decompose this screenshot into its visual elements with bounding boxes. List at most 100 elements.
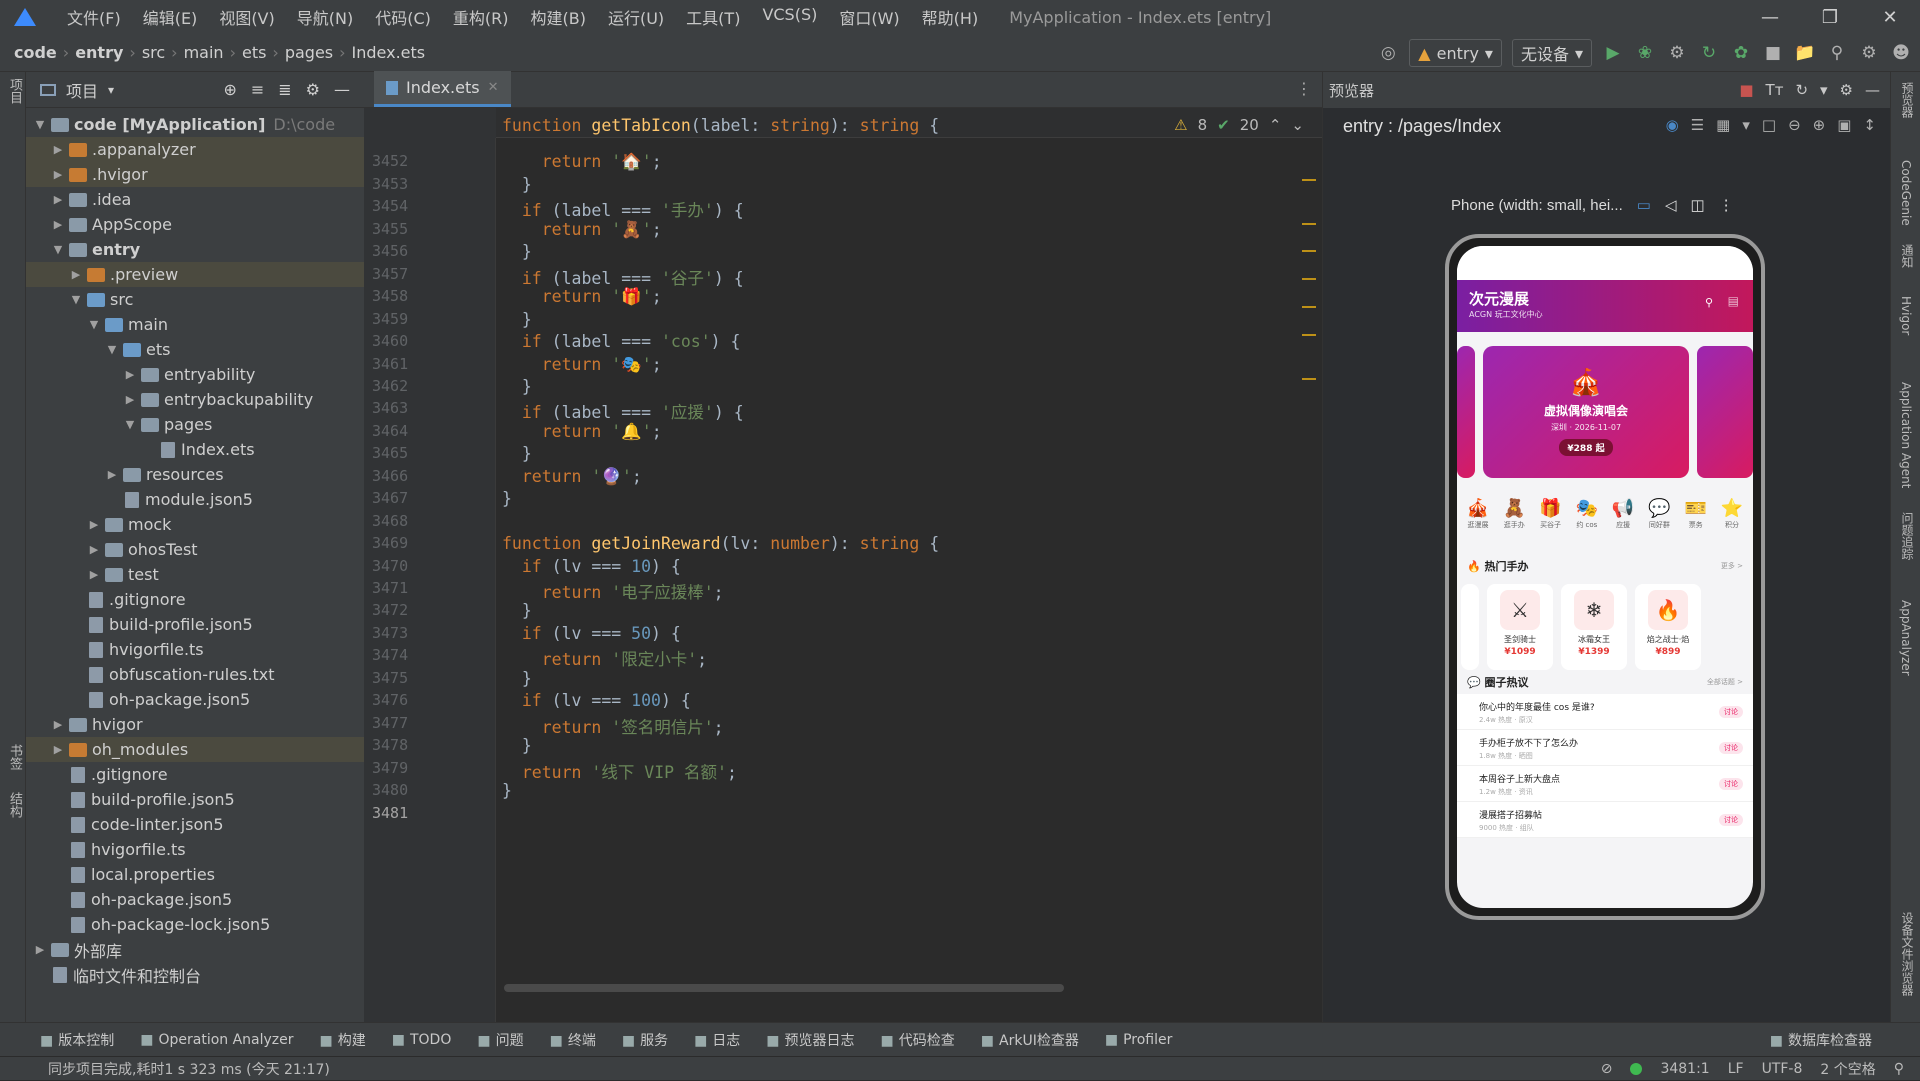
tree-item[interactable]: oh-package.json5 <box>26 887 364 912</box>
code-line[interactable]: if (lv === 100) { <box>502 691 691 710</box>
collapsed-arrow-icon[interactable]: ▶ <box>86 568 102 581</box>
hide-icon[interactable]: — <box>1865 81 1880 99</box>
chevron-down-icon[interactable]: ▾ <box>108 83 114 97</box>
menu-item[interactable]: 编辑(E) <box>132 5 209 29</box>
stop-icon[interactable]: ■ <box>1762 42 1784 64</box>
code-line[interactable]: return '🔮'; <box>502 467 642 487</box>
more-icon[interactable]: ⋮ <box>1719 196 1734 214</box>
menu-item[interactable]: 帮助(H) <box>911 5 990 29</box>
run-config-select[interactable]: ▲ entry ▾ <box>1409 39 1502 67</box>
breadcrumb-item[interactable]: code <box>14 43 57 62</box>
expanded-arrow-icon[interactable]: ▼ <box>32 118 48 131</box>
menu-item[interactable]: 文件(F) <box>56 5 132 29</box>
tree-item[interactable]: obfuscation-rules.txt <box>26 662 364 687</box>
back-icon[interactable]: ◁ <box>1665 196 1677 214</box>
category-item[interactable]: 🎁 买谷子 <box>1536 498 1566 530</box>
profile-icon[interactable]: ✿ <box>1730 42 1752 64</box>
collapsed-arrow-icon[interactable]: ▶ <box>50 218 66 231</box>
tree-item[interactable]: ▶ .appanalyzer <box>26 137 364 162</box>
warning-marker[interactable] <box>1302 179 1316 181</box>
breadcrumb-item[interactable]: main <box>184 43 224 62</box>
category-item[interactable]: 🎫 票务 <box>1681 498 1711 530</box>
menu-item[interactable]: 视图(V) <box>208 5 285 29</box>
minimize-icon[interactable]: — <box>1740 0 1800 34</box>
settings-icon[interactable]: ⚙ <box>1858 42 1880 64</box>
product-card-partial[interactable] <box>1461 584 1479 670</box>
expanded-arrow-icon[interactable]: ▼ <box>86 318 102 331</box>
tree-item[interactable]: ▼ ets <box>26 337 364 362</box>
category-item[interactable]: 📢 应援 <box>1608 498 1638 530</box>
application-agent-tool-tab[interactable]: Application Agent <box>1899 382 1913 488</box>
tree-item[interactable]: ▶ hvigor <box>26 712 364 737</box>
tree-item[interactable]: module.json5 <box>26 487 364 512</box>
code-line[interactable]: function getJoinReward(lv: number): stri… <box>502 534 939 553</box>
layers-icon[interactable]: ☰ <box>1691 116 1704 134</box>
tree-item[interactable]: Index.ets <box>26 437 364 462</box>
warning-marker[interactable] <box>1302 334 1316 336</box>
restore-icon[interactable]: ❐ <box>1800 0 1860 34</box>
tree-item[interactable]: ▶ .hvigor <box>26 162 364 187</box>
expanded-arrow-icon[interactable]: ▼ <box>50 243 66 256</box>
code-line[interactable]: } <box>502 489 512 508</box>
code-line[interactable]: } <box>502 444 532 463</box>
project-panel-title[interactable]: 项目 <box>66 78 98 102</box>
code-line[interactable]: return '电子应援棒'; <box>502 579 724 603</box>
chevron-up-icon[interactable]: ⌃ <box>1269 116 1282 134</box>
debug-icon[interactable]: ❀ <box>1634 42 1656 64</box>
breadcrumb-item[interactable]: pages <box>285 43 333 62</box>
category-item[interactable]: ⭐ 积分 <box>1717 498 1747 530</box>
chevron-down-icon[interactable]: ▾ <box>1742 116 1750 134</box>
grid-icon[interactable]: ▦ <box>1716 116 1730 134</box>
circle-more-link[interactable]: 全部话题 > <box>1707 677 1743 687</box>
tree-item[interactable]: oh-package-lock.json5 <box>26 912 364 937</box>
inspection-widget[interactable]: ⚠ 8 ✔ 20 ⌃ ⌄ <box>1174 116 1304 134</box>
category-item[interactable]: 🎭 约 cos <box>1572 498 1602 530</box>
warning-marker[interactable] <box>1302 223 1316 225</box>
target-icon[interactable]: ◎ <box>1377 42 1399 64</box>
locate-icon[interactable]: ⊕ <box>223 80 236 99</box>
category-item[interactable]: 🧸 逛手办 <box>1499 498 1529 530</box>
menu-item[interactable]: 工具(T) <box>675 5 751 29</box>
product-card[interactable]: ❄ 冰霜女王 ¥1399 <box>1561 584 1627 670</box>
expanded-arrow-icon[interactable]: ▼ <box>68 293 84 306</box>
hot-more-link[interactable]: 更多 > <box>1721 561 1743 571</box>
topic-item[interactable]: 你心中的年度最佳 cos 是谁? 2.4w 热度 · 原汉 讨论 <box>1457 694 1753 730</box>
tool-window-play[interactable]: ■ 服务 <box>622 1030 668 1050</box>
tree-item[interactable]: ▶ test <box>26 562 364 587</box>
tree-item[interactable]: local.properties <box>26 862 364 887</box>
tree-item[interactable]: ▶ resources <box>26 462 364 487</box>
warning-marker[interactable] <box>1302 278 1316 280</box>
expanded-arrow-icon[interactable]: ▼ <box>104 343 120 356</box>
hvigor-tool-tab[interactable]: Hvigor <box>1899 296 1913 335</box>
tree-item[interactable]: ▼ entry <box>26 237 364 262</box>
project-tool-tab[interactable]: 项目 <box>5 78 24 104</box>
collapsed-arrow-icon[interactable]: ▶ <box>50 743 66 756</box>
collapsed-arrow-icon[interactable]: ▶ <box>50 193 66 206</box>
code-line[interactable]: if (label === '谷子') { <box>502 265 744 289</box>
rotate-icon[interactable]: ◫ <box>1690 196 1704 214</box>
tree-item[interactable]: ▶ oh_modules <box>26 737 364 762</box>
tree-item[interactable]: ▶ .idea <box>26 187 364 212</box>
code-line[interactable]: return '🎁'; <box>502 287 662 307</box>
code-line[interactable]: if (lv === 50) { <box>502 624 681 643</box>
code-line[interactable]: function getTabIcon(label: string): stri… <box>502 116 939 135</box>
device-select[interactable]: 无设备 ▾ <box>1511 39 1592 67</box>
collapsed-arrow-icon[interactable]: ▶ <box>122 393 138 406</box>
tool-window-terminal[interactable]: ■ 终端 <box>550 1030 596 1050</box>
attach-debugger-icon[interactable]: ⚙ <box>1666 42 1688 64</box>
tree-item[interactable]: 临时文件和控制台 <box>26 962 364 987</box>
appanalyzer-tool-tab[interactable]: AppAnalyzer <box>1899 600 1913 676</box>
power-save-icon[interactable]: ⊘ <box>1601 1061 1613 1077</box>
issue-tracking-tool-tab[interactable]: 问题追踪 <box>1899 512 1916 560</box>
code-line[interactable]: return '🧸'; <box>502 220 662 240</box>
collapsed-arrow-icon[interactable]: ▶ <box>104 468 120 481</box>
menu-item[interactable]: VCS(S) <box>751 5 828 29</box>
status-message[interactable]: 同步项目完成,耗时1 s 323 ms (今天 21:17) <box>48 1059 330 1079</box>
category-item[interactable]: 💬 同好群 <box>1644 498 1674 530</box>
breadcrumb-item[interactable]: Index.ets <box>352 43 426 62</box>
tool-window-branch[interactable]: ■ 版本控制 <box>40 1030 114 1050</box>
ratio-icon[interactable]: ↕ <box>1863 116 1876 134</box>
collapsed-arrow-icon[interactable]: ▶ <box>50 168 66 181</box>
account-icon[interactable]: ☻ <box>1890 42 1912 64</box>
collapsed-arrow-icon[interactable]: ▶ <box>50 143 66 156</box>
